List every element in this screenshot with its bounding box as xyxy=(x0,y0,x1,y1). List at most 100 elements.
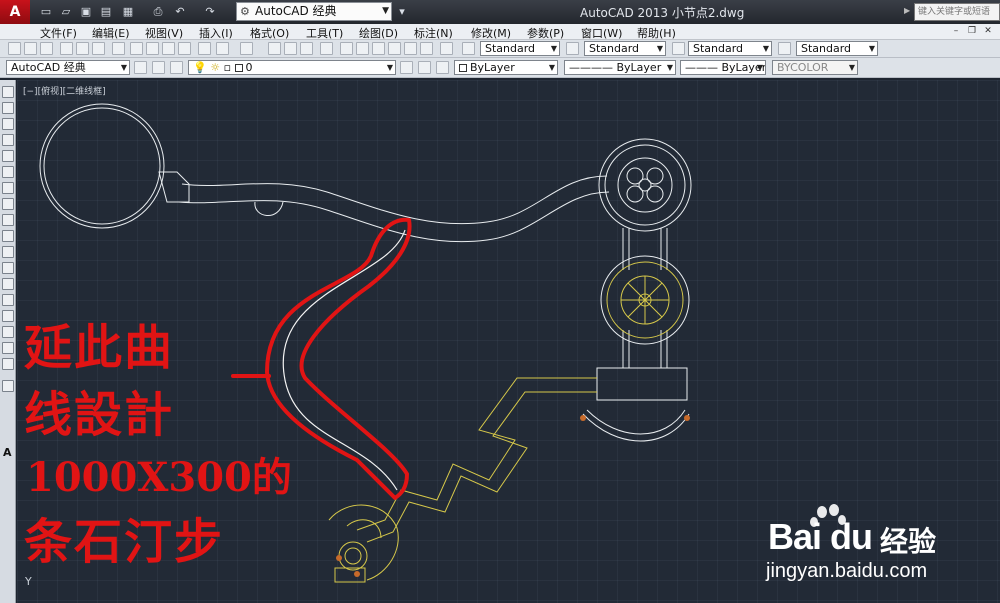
make-block-icon[interactable] xyxy=(2,278,14,290)
workspace-combo[interactable]: AutoCAD 经典 ▼ xyxy=(6,60,130,75)
plotstyle-select: BYCOLOR ▼ xyxy=(772,60,858,75)
hatch-icon[interactable] xyxy=(2,310,14,322)
lineweight-select[interactable]: ——— ByLayer ▼ xyxy=(680,60,766,75)
search-input[interactable]: 键入关键字或短语 xyxy=(914,3,1000,21)
multiline-text-icon[interactable]: A xyxy=(3,446,12,459)
layer-properties-icon[interactable] xyxy=(170,61,183,74)
linetype-select[interactable]: ———— ByLayer ▼ xyxy=(564,60,676,75)
save-icon[interactable]: ▣ xyxy=(78,4,94,20)
menu-draw[interactable]: 绘图(D) xyxy=(359,25,398,41)
rectangle-icon[interactable] xyxy=(2,150,14,162)
layer-previous-icon[interactable] xyxy=(418,61,431,74)
save-icon[interactable] xyxy=(40,42,53,55)
restore-icon[interactable]: ❐ xyxy=(966,25,978,37)
quickcalc-icon[interactable] xyxy=(420,42,433,55)
insert-block-icon[interactable] xyxy=(2,262,14,274)
3d-print-icon[interactable] xyxy=(112,42,125,55)
menu-format[interactable]: 格式(O) xyxy=(250,25,289,41)
cut-icon[interactable] xyxy=(130,42,143,55)
polyline-icon[interactable] xyxy=(2,118,14,130)
chevron-down-icon: ▼ xyxy=(550,44,557,53)
lightbulb-icon: 💡 xyxy=(193,61,207,74)
undo-icon[interactable] xyxy=(216,42,229,55)
dim-style-select[interactable]: Standard ▼ xyxy=(584,41,666,56)
tool-palettes-icon[interactable] xyxy=(372,42,385,55)
ellipse-arc-icon[interactable] xyxy=(2,246,14,258)
zoom-previous-icon[interactable] xyxy=(320,42,333,55)
zoom-window-icon[interactable] xyxy=(300,42,313,55)
text-style-select[interactable]: Standard ▼ xyxy=(480,41,560,56)
properties-icon[interactable] xyxy=(340,42,353,55)
minimize-icon[interactable]: – xyxy=(950,25,962,37)
save-as-icon[interactable]: ▤ xyxy=(98,4,114,20)
block-editor-icon[interactable] xyxy=(198,42,211,55)
menu-insert[interactable]: 插入(I) xyxy=(199,25,233,41)
plot-icon[interactable]: ▦ xyxy=(120,4,136,20)
open-icon[interactable] xyxy=(24,42,37,55)
redo-icon[interactable]: ↷ xyxy=(202,4,218,20)
sheet-set-icon[interactable] xyxy=(388,42,401,55)
search-expand-icon[interactable]: ▶ xyxy=(904,6,910,15)
color-select[interactable]: ByLayer ▼ xyxy=(454,60,558,75)
print-icon[interactable]: ⎙ xyxy=(150,4,166,20)
make-current-layer-icon[interactable] xyxy=(400,61,413,74)
plaza-circle xyxy=(39,103,165,229)
add-selected-icon[interactable] xyxy=(2,380,14,392)
menu-modify[interactable]: 修改(M) xyxy=(471,25,511,41)
mid-circle-spokes xyxy=(621,276,669,324)
table-style-select[interactable]: Standard ▼ xyxy=(688,41,772,56)
menu-view[interactable]: 视图(V) xyxy=(145,25,183,41)
publish-icon[interactable] xyxy=(92,42,105,55)
menu-parametric[interactable]: 参数(P) xyxy=(527,25,564,41)
revision-cloud-icon[interactable] xyxy=(2,198,14,210)
chevron-down-icon: ▼ xyxy=(868,44,875,53)
redo-icon[interactable] xyxy=(240,42,253,55)
multileader-style-select[interactable]: Standard ▼ xyxy=(796,41,878,56)
region-icon[interactable] xyxy=(2,342,14,354)
menu-window[interactable]: 窗口(W) xyxy=(581,25,622,41)
help-icon[interactable] xyxy=(440,42,453,55)
construction-line-icon[interactable] xyxy=(2,102,14,114)
polygon-icon[interactable] xyxy=(2,134,14,146)
line-icon[interactable] xyxy=(2,86,14,98)
markup-icon[interactable] xyxy=(404,42,417,55)
undo-icon[interactable]: ↶ xyxy=(172,4,188,20)
copy-icon[interactable] xyxy=(146,42,159,55)
plot-icon[interactable] xyxy=(60,42,73,55)
menu-tools[interactable]: 工具(T) xyxy=(306,25,343,41)
menu-file[interactable]: 文件(F) xyxy=(40,25,77,41)
pan-icon[interactable] xyxy=(268,42,281,55)
autocad-logo-icon[interactable]: A xyxy=(0,0,30,24)
layer-states-icon[interactable] xyxy=(436,61,449,74)
spline-icon[interactable] xyxy=(2,214,14,226)
circle-icon[interactable] xyxy=(2,182,14,194)
close-icon[interactable]: ✕ xyxy=(982,25,994,37)
menu-dimension[interactable]: 标注(N) xyxy=(414,25,453,41)
text-style-icon[interactable] xyxy=(462,42,475,55)
table-style-icon[interactable] xyxy=(672,42,685,55)
paste-icon[interactable] xyxy=(162,42,175,55)
new-icon[interactable] xyxy=(8,42,21,55)
menu-edit[interactable]: 编辑(E) xyxy=(92,25,130,41)
menu-help[interactable]: 帮助(H) xyxy=(637,25,676,41)
zoom-realtime-icon[interactable] xyxy=(284,42,297,55)
entry-arch xyxy=(328,504,399,581)
design-center-icon[interactable] xyxy=(356,42,369,55)
multileader-style-icon[interactable] xyxy=(778,42,791,55)
ellipse-icon[interactable] xyxy=(2,230,14,242)
workspace-settings-icon[interactable] xyxy=(134,61,147,74)
layer-select[interactable]: 💡 ☼ ▫ 0 ▼ xyxy=(188,60,396,75)
tool-icon[interactable] xyxy=(152,61,165,74)
point-icon[interactable] xyxy=(2,294,14,306)
workspace-select[interactable]: ⚙ AutoCAD 经典 ▼ xyxy=(236,2,392,21)
standard-toolbar: Standard ▼ Standard ▼ Standard ▼ Standar… xyxy=(0,40,1000,58)
customize-arrow-icon[interactable]: ▾ xyxy=(394,4,410,20)
match-properties-icon[interactable] xyxy=(178,42,191,55)
plot-preview-icon[interactable] xyxy=(76,42,89,55)
open-folder-icon[interactable]: ▱ xyxy=(58,4,74,20)
table-icon[interactable] xyxy=(2,358,14,370)
dim-style-icon[interactable] xyxy=(566,42,579,55)
gradient-icon[interactable] xyxy=(2,326,14,338)
arc-icon[interactable] xyxy=(2,166,14,178)
new-file-icon[interactable]: ▭ xyxy=(38,4,54,20)
